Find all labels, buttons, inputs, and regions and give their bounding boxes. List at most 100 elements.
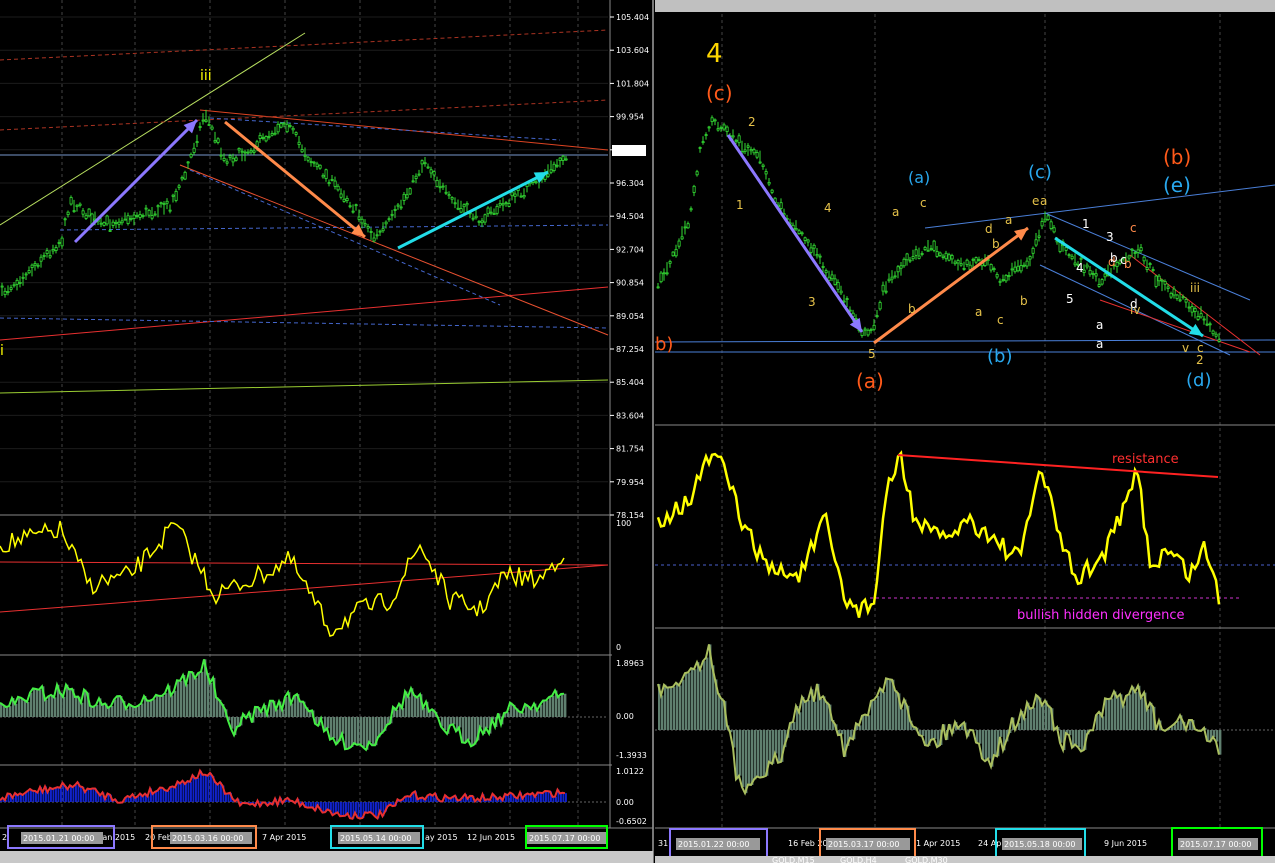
histogram-bar [85,792,87,802]
histogram-bar [1111,698,1114,730]
candle-body [180,177,184,180]
wave-label-small: 2 [1196,353,1204,367]
candle-body [1190,306,1194,313]
histogram-bar [547,791,550,802]
candle-body [378,230,382,233]
candle-body [794,228,798,231]
candle-body [665,272,669,275]
candle-body [1181,296,1185,299]
candle-body [962,267,966,270]
histogram-bar [673,686,676,730]
histogram-bar [778,730,781,763]
histogram-bar [1129,694,1132,730]
candle-body [761,164,765,167]
histogram-bar [754,730,757,780]
candle-body [845,298,849,300]
candle-body [108,230,112,232]
rsi-level-line [0,561,609,566]
candle-body [363,223,367,226]
histogram-bar [177,781,180,802]
fan-blue-dash [0,317,609,329]
histogram-bar [6,707,9,717]
right-arrow-cyan [1054,236,1204,338]
candle-body [719,126,723,129]
candle-body [288,125,292,127]
candle-body [387,218,391,221]
candle-body [492,213,496,216]
histogram-bar [156,694,159,717]
wave-label-small: a [1096,318,1103,332]
histogram-bar [198,673,201,717]
candle-body [354,204,358,207]
symbol-tabs[interactable]: GOLD,M15 GOLD,H4 GOLD,M30 [655,856,1275,863]
candle-body [36,264,40,267]
histogram-bar [37,792,40,802]
histogram-bar [540,792,542,802]
candle-body [1163,281,1167,285]
candle-body [944,252,948,260]
candle-body [725,126,729,132]
candle-body [932,240,936,251]
candle-body [507,203,511,207]
candle-body [411,180,415,183]
histogram-bar [165,693,168,717]
candle-body [270,133,274,136]
candle-body [854,318,858,320]
candle-body [710,117,714,122]
histogram-bar [360,717,363,745]
candle-body [360,218,364,224]
histogram-bar [1117,697,1120,730]
candle-body [1028,256,1032,260]
candle-body [345,198,349,201]
candle-body [459,208,463,213]
candle-body [447,194,451,197]
histogram-bar [742,730,745,788]
candle-body [465,203,469,206]
trend-line-down [179,164,609,336]
histogram-bar [1216,730,1219,742]
candle-body [989,264,993,271]
candle-body [195,141,199,144]
candle-body [120,220,124,224]
histogram-bar [883,691,886,730]
candle-body [408,188,412,195]
wave-label-a-low: (a) [856,369,884,393]
candle-body [905,253,909,261]
candle-body [420,160,424,165]
histogram-bar [874,699,877,730]
price-tick-label: 81.754 [616,445,644,454]
wave-label-d: (d) [1186,370,1211,391]
candle-body [399,206,403,209]
candle-body [734,139,738,142]
histogram-bar [138,705,141,717]
candle-body [998,280,1002,283]
candle-body [327,182,331,185]
candle-body [926,249,930,252]
date-tag-text: 2015.07.17 00:00 [1180,840,1251,849]
candle-body [174,190,178,201]
wave-label-small: a [1040,194,1047,208]
wave-label-small: 5 [868,347,876,361]
candle-body [510,191,514,197]
left-macd [0,768,567,821]
candle-body [902,258,906,267]
wave-label-small: a [892,205,899,219]
candle-body [357,216,361,220]
histogram-bar [22,794,25,802]
histogram-bar [180,783,182,802]
candle-body [294,132,298,135]
candle-body [1196,316,1200,320]
candle-body [207,124,211,126]
candle-body [1085,264,1089,268]
histogram-bar [147,700,150,717]
wave-label-c-mid: (c) [1028,162,1052,183]
rsi-tick-0: 0 [616,643,621,652]
candle-body [1031,247,1035,254]
histogram-bar [560,793,562,802]
candle-body [366,226,370,229]
histogram-bar [901,709,904,730]
date-label: 1 Apr 2015 [916,839,960,848]
wave-label-small: iii [1190,281,1200,295]
candle-body [803,237,807,241]
candle-body [435,179,439,187]
